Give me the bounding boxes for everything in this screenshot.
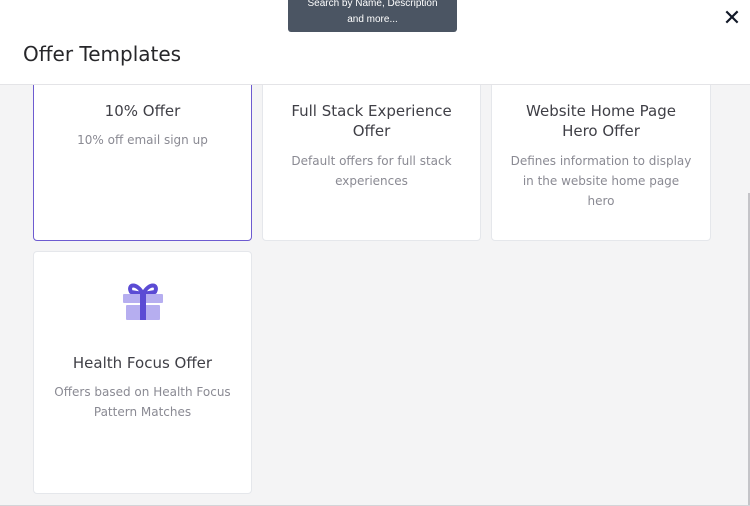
gift-icon xyxy=(123,283,163,320)
templates-grid: 10% Offer 10% off email sign up Full Sta… xyxy=(0,85,750,506)
card-title: 10% Offer xyxy=(104,102,181,120)
template-card-health-focus[interactable]: Health Focus Offer Offers based on Healt… xyxy=(33,251,252,494)
template-card-website-hero[interactable]: Website Home Page Hero Offer Defines inf… xyxy=(491,85,711,241)
close-icon[interactable]: ✕ xyxy=(723,6,741,31)
close-button[interactable]: ✕ xyxy=(722,8,742,30)
tooltip-line-2: and more... xyxy=(347,14,398,25)
tooltip-line-1: Search by Name, Description xyxy=(307,0,438,9)
card-description: 10% off email sign up xyxy=(77,133,208,147)
card-title: Health Focus Offer xyxy=(72,354,213,372)
card-description: Default offers for full stack experience… xyxy=(291,154,452,188)
template-card-full-stack[interactable]: Full Stack Experience Offer Default offe… xyxy=(262,85,481,241)
page-title: Offer Templates xyxy=(23,42,182,66)
search-tooltip: Search by Name, Description and more... xyxy=(288,0,457,32)
card-description: Defines information to display in the we… xyxy=(510,154,692,208)
card-description: Offers based on Health Focus Pattern Mat… xyxy=(54,385,231,419)
template-card-10-offer[interactable]: 10% Offer 10% off email sign up xyxy=(33,85,252,241)
card-title: Full Stack Experience Offer xyxy=(291,102,452,140)
card-title: Website Home Page Hero Offer xyxy=(526,102,676,140)
